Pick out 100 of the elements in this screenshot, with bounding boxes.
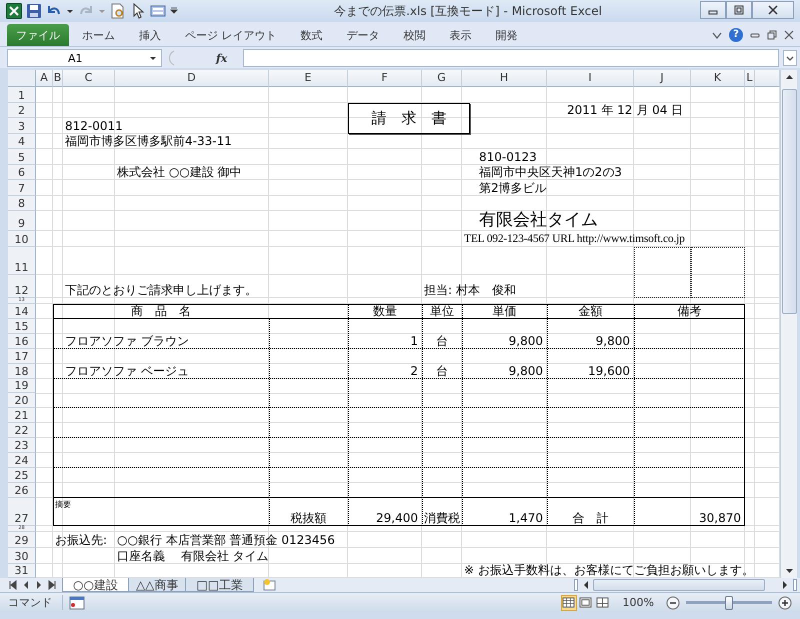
row-header[interactable]: 1 <box>8 87 36 102</box>
row-header[interactable]: 9 <box>8 211 36 231</box>
ribbon-tab[interactable]: データ <box>336 24 390 46</box>
slider-thumb[interactable] <box>725 596 733 610</box>
ribbon-tab[interactable]: 数式 <box>290 24 334 46</box>
ribbon-tab[interactable]: 校閲 <box>392 24 436 46</box>
row-header[interactable]: 4 <box>8 134 36 149</box>
column-header[interactable]: G <box>422 70 462 87</box>
column-header[interactable]: K <box>691 70 745 87</box>
spreadsheet-logo-icon[interactable] <box>6 3 22 19</box>
column-header[interactable]: B <box>53 70 63 87</box>
table-cell-text: 台 <box>435 334 449 349</box>
row-header[interactable]: 26 <box>8 482 36 498</box>
ribbon-tab[interactable]: 開発 <box>484 24 528 46</box>
zoom-in-icon[interactable] <box>778 596 792 610</box>
row-header[interactable]: 27 <box>8 498 36 526</box>
close-button[interactable] <box>752 0 794 18</box>
collapse-ribbon-icon[interactable] <box>712 30 722 40</box>
row-header[interactable]: 24 <box>8 453 36 468</box>
scroll-thumb[interactable] <box>782 89 796 314</box>
last-sheet-icon[interactable] <box>47 580 57 590</box>
row-header[interactable]: 12 <box>8 275 36 298</box>
row-header[interactable]: 14 <box>8 304 36 319</box>
row-header[interactable]: 29 <box>8 532 36 548</box>
zoom-out-icon[interactable] <box>666 596 680 610</box>
row-header[interactable]: 16 <box>8 334 36 349</box>
row-header[interactable]: 21 <box>8 408 36 424</box>
maximize-button[interactable] <box>726 0 752 18</box>
minimize-button[interactable] <box>700 0 726 18</box>
ribbon-tab[interactable]: 表示 <box>438 24 482 46</box>
sheet-grid[interactable] <box>8 70 780 578</box>
restore-icon[interactable] <box>767 30 777 40</box>
row-header[interactable]: 17 <box>8 348 36 364</box>
insert-function-button[interactable]: fx <box>180 52 240 64</box>
split-handle[interactable] <box>793 579 797 591</box>
sheet-tab[interactable]: □□工業 <box>185 578 254 592</box>
save-icon[interactable] <box>26 3 42 19</box>
row-header[interactable]: 30 <box>8 548 36 564</box>
normal-view-button[interactable] <box>560 594 577 610</box>
customize-caret-icon[interactable] <box>170 7 178 15</box>
row-header[interactable]: 11 <box>8 247 36 275</box>
row-header[interactable]: 15 <box>8 319 36 334</box>
help-button[interactable]: ? <box>729 28 743 42</box>
vertical-scrollbar[interactable] <box>780 70 797 578</box>
column-header[interactable]: F <box>348 70 422 87</box>
expand-icon[interactable] <box>783 49 797 67</box>
splitter-handle-icon[interactable] <box>166 50 176 66</box>
next-sheet-icon[interactable] <box>34 580 44 590</box>
formula-input[interactable] <box>243 49 779 67</box>
column-header[interactable]: D <box>115 70 269 87</box>
cell-text: ○○銀行 本店営業部 普通預金 0123456 <box>116 532 336 548</box>
row-header[interactable]: 31 <box>8 564 36 578</box>
row-header[interactable]: 7 <box>8 180 36 196</box>
table-heading: 商 品 名 <box>130 304 192 319</box>
split-handle[interactable] <box>574 579 578 591</box>
ribbon-tab[interactable]: 挿入 <box>128 24 172 46</box>
print-preview-icon[interactable] <box>110 3 126 19</box>
file-tab[interactable]: ファイル <box>7 24 69 46</box>
page-break-button[interactable] <box>594 594 611 610</box>
column-header[interactable]: H <box>462 70 547 87</box>
row-header[interactable]: 10 <box>8 231 36 247</box>
column-header[interactable]: E <box>269 70 348 87</box>
row-header[interactable]: 25 <box>8 468 36 483</box>
close-icon[interactable] <box>784 30 794 40</box>
row-header[interactable]: 8 <box>8 196 36 211</box>
row-header[interactable]: 3 <box>8 118 36 134</box>
row-header[interactable]: 6 <box>8 164 36 180</box>
caret-icon[interactable] <box>66 7 74 15</box>
row-header[interactable]: 2 <box>8 102 36 118</box>
cell-text: フロアソファ ベージュ <box>64 364 190 379</box>
row-header[interactable]: 5 <box>8 149 36 164</box>
cell-text: お振込先: <box>54 532 108 548</box>
page-layout-button[interactable] <box>578 594 594 610</box>
first-sheet-icon[interactable] <box>8 580 18 590</box>
ribbon-tab[interactable]: ページ レイアウト <box>174 24 288 46</box>
column-header[interactable]: C <box>63 70 115 87</box>
row-header[interactable]: 20 <box>8 393 36 408</box>
row-header[interactable]: 23 <box>8 438 36 454</box>
cell-text: 下記のとおりご請求申し上げます。 <box>64 283 258 298</box>
table-cell-text: 19,600 <box>587 364 631 379</box>
row-header[interactable]: 22 <box>8 423 36 438</box>
form-icon[interactable] <box>150 3 166 19</box>
record-macro-icon[interactable] <box>69 596 85 610</box>
table-cell-text: 摘要 <box>54 498 72 511</box>
insert-sheet-icon[interactable] <box>262 578 278 592</box>
zoom-level[interactable]: 100% <box>616 596 660 609</box>
column-header[interactable]: A <box>36 70 53 87</box>
row-header[interactable]: 19 <box>8 378 36 394</box>
row-header[interactable]: 18 <box>8 364 36 379</box>
column-header[interactable]: L <box>745 70 755 87</box>
company-name: 有限会社タイム <box>478 210 599 231</box>
scroll-thumb[interactable] <box>593 579 765 591</box>
window-title: 今までの伝票.xls [互換モード] - Microsoft Excel <box>333 2 603 20</box>
column-header[interactable]: I <box>547 70 634 87</box>
name-box[interactable]: A1 <box>7 49 162 67</box>
ribbon-tab[interactable]: ホーム <box>71 24 126 46</box>
cell-text: 口座名義 有限会社 タイム <box>116 548 270 564</box>
grid-icon <box>562 597 576 608</box>
sheet-tab[interactable]: ○○建設 <box>62 578 129 592</box>
column-header[interactable]: J <box>634 70 691 87</box>
